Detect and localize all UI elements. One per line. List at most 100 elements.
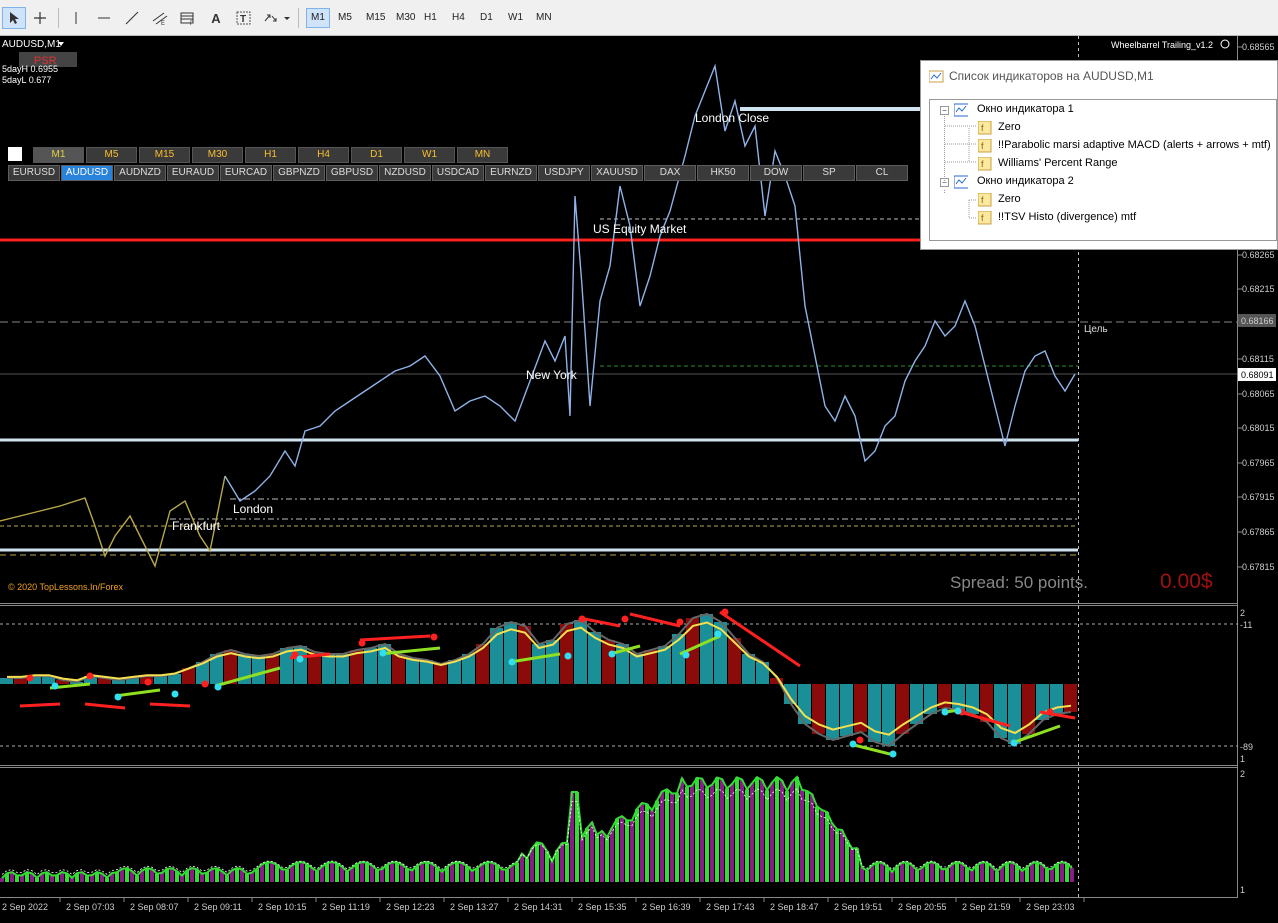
- tsv-bar: [775, 777, 779, 882]
- indicator-item[interactable]: Williams' Percent Range: [998, 157, 1117, 169]
- toolbar-timeframe-w1[interactable]: W1: [504, 8, 527, 28]
- toolbar-timeframe-d1[interactable]: D1: [476, 8, 497, 28]
- tsv-bar: [995, 871, 999, 882]
- macd-bar: [322, 654, 335, 684]
- tf-button-h4[interactable]: H4: [298, 147, 349, 163]
- tf-button-m15[interactable]: M15: [139, 147, 190, 163]
- symbol-button-eurnzd[interactable]: EURNZD: [485, 165, 537, 181]
- trendline-icon[interactable]: [120, 7, 144, 29]
- macd-cyan-dot: [608, 650, 616, 658]
- symbol-button-gbpnzd[interactable]: GBPNZD: [273, 165, 325, 181]
- horizontal-line-icon[interactable]: [92, 7, 116, 29]
- tf-button-w1[interactable]: W1: [404, 147, 455, 163]
- indicator-window-1[interactable]: Окно индикатора 1: [977, 103, 1074, 115]
- macd-bar: [882, 684, 895, 746]
- symbol-button-audusd[interactable]: AUDUSD: [61, 165, 113, 181]
- tsv-bar: [905, 862, 909, 882]
- indicator-tree[interactable]: − Окно индикатора 1 f Zero f !!Parabolic…: [929, 99, 1277, 241]
- symbol-button-sp[interactable]: SP: [803, 165, 855, 181]
- tf-button-mn[interactable]: MN: [457, 147, 508, 163]
- macd-bar: [406, 658, 419, 684]
- macd-cyan-dot: [682, 651, 690, 659]
- tsv-bar: [1060, 862, 1064, 882]
- tsv-bar: [835, 829, 839, 882]
- tsv-bar: [720, 779, 724, 882]
- chart-window[interactable]: 0.68565 0.68265 0.68215 0.68115 0.68065 0.680…: [0, 36, 1278, 920]
- symbol-button-xauusd[interactable]: XAUUSD: [591, 165, 643, 181]
- crosshair-icon[interactable]: [28, 7, 52, 29]
- svg-text:1: 1: [1240, 754, 1245, 764]
- toolbar-timeframe-h1[interactable]: H1: [420, 8, 441, 28]
- tsv-bar: [1025, 867, 1029, 882]
- tsv-bar: [700, 778, 704, 882]
- panel-toggle-checkbox[interactable]: [8, 147, 22, 161]
- text-label-icon[interactable]: T: [232, 7, 256, 29]
- target-price-text: 0.68166: [1241, 316, 1274, 326]
- symbol-button-hk50[interactable]: HK50: [697, 165, 749, 181]
- tsv-bar: [325, 863, 329, 882]
- tf-button-h1[interactable]: H1: [245, 147, 296, 163]
- tsv-bar: [475, 868, 479, 882]
- cursor-icon[interactable]: [2, 7, 26, 29]
- tsv-bar: [450, 863, 454, 882]
- toolbar-timeframe-m30[interactable]: M30: [392, 8, 419, 28]
- tsv-bar: [275, 865, 279, 882]
- tsv-bar: [305, 864, 309, 882]
- tsv-bar: [205, 872, 209, 882]
- channel-icon[interactable]: E: [148, 7, 172, 29]
- toolbar-timeframe-m1[interactable]: M1: [306, 8, 330, 28]
- toolbar-timeframe-h4[interactable]: H4: [448, 8, 469, 28]
- us-equity-label: US Equity Market: [593, 222, 687, 236]
- symbol-button-audnzd[interactable]: AUDNZD: [114, 165, 166, 181]
- tsv-bar: [620, 816, 624, 882]
- symbol-button-dow[interactable]: DOW: [750, 165, 802, 181]
- tsv-bar: [550, 861, 554, 882]
- indicator-window-2[interactable]: Окно индикатора 2: [977, 175, 1074, 187]
- tsv-bar: [1065, 863, 1069, 882]
- symbol-button-gbpusd[interactable]: GBPUSD: [326, 165, 378, 181]
- tsv-bar: [930, 862, 934, 882]
- indicator-item[interactable]: !!TSV Histo (divergence) mtf: [998, 211, 1136, 223]
- macd-red-dot: [201, 680, 209, 688]
- tf-button-m30[interactable]: M30: [192, 147, 243, 163]
- tf-button-m1[interactable]: M1: [33, 147, 84, 163]
- macd-red-segment: [149, 702, 191, 708]
- symbol-button-dax[interactable]: DAX: [644, 165, 696, 181]
- indicator-item[interactable]: Zero: [998, 121, 1021, 133]
- time-axis-label: 2 Sep 13:27: [450, 902, 499, 912]
- symbol-button-euraud[interactable]: EURAUD: [167, 165, 219, 181]
- london-label: London: [233, 502, 273, 516]
- tsv-bar: [590, 822, 594, 882]
- toolbar-timeframe-m15[interactable]: M15: [362, 8, 389, 28]
- profit-text: 0.00$: [1160, 570, 1213, 593]
- london-close-label: London Close: [695, 111, 769, 125]
- vertical-line-icon[interactable]: [64, 7, 88, 29]
- macd-red-dot: [86, 672, 94, 680]
- symbol-button-cl[interactable]: CL: [856, 165, 908, 181]
- macd-red-dot: [621, 615, 629, 623]
- tsv-bar: [800, 789, 804, 882]
- indicator-item[interactable]: Zero: [998, 193, 1021, 205]
- macd-bar: [364, 648, 377, 684]
- fibonacci-icon[interactable]: F: [176, 7, 200, 29]
- symbol-button-usdcad[interactable]: USDCAD: [432, 165, 484, 181]
- tf-button-d1[interactable]: D1: [351, 147, 402, 163]
- tf-button-m5[interactable]: M5: [86, 147, 137, 163]
- toolbar-timeframe-mn[interactable]: MN: [532, 8, 556, 28]
- svg-text:1: 1: [1240, 885, 1245, 895]
- symbol-button-eurusd[interactable]: EURUSD: [8, 165, 60, 181]
- symbol-button-eurcad[interactable]: EURCAD: [220, 165, 272, 181]
- text-icon[interactable]: A: [204, 7, 228, 29]
- panel-title: Список индикаторов на AUDUSD,M1: [949, 69, 1154, 83]
- arrows-icon[interactable]: [260, 7, 292, 29]
- tsv-bar: [1020, 870, 1024, 882]
- symbol-button-nzdusd[interactable]: NZDUSD: [379, 165, 431, 181]
- toolbar-timeframe-m5[interactable]: M5: [334, 8, 356, 28]
- tsv-bar: [395, 862, 399, 882]
- indicator-item[interactable]: !!Parabolic marsi adaptive MACD (alerts …: [998, 139, 1271, 151]
- symbol-button-usdjpy[interactable]: USDJPY: [538, 165, 590, 181]
- tsv-bar: [725, 788, 729, 882]
- macd-bar: [532, 644, 545, 684]
- tsv-bar: [640, 803, 644, 882]
- main-toolbar: E F A T M1 M5 M15 M30 H1 H4 D1 W1 MN: [0, 0, 1278, 36]
